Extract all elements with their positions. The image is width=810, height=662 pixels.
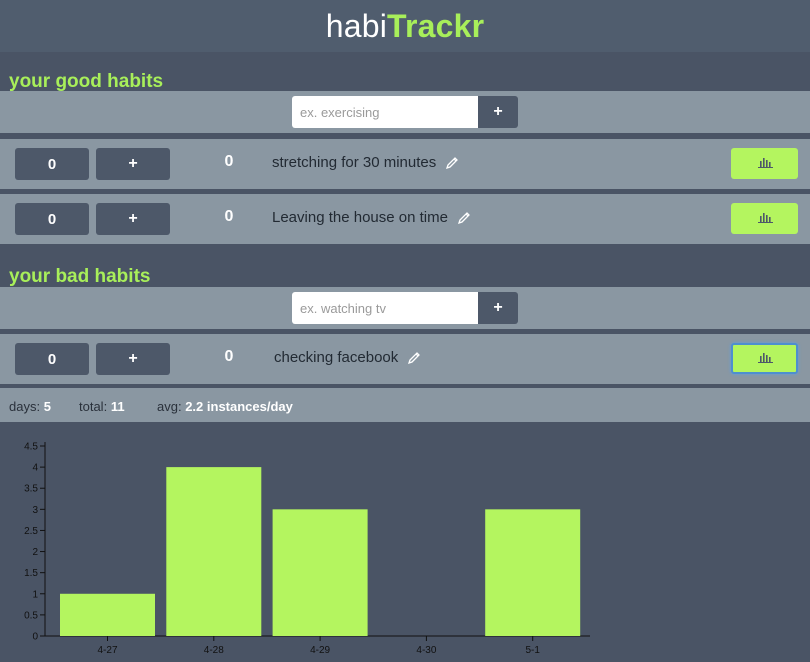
stat-avg: avg: 2.2 instances/day xyxy=(157,399,293,414)
y-tick-label: 0.5 xyxy=(24,610,38,621)
bad-habits-title: your bad habits xyxy=(9,266,151,287)
bad-habit-add-bar: + xyxy=(0,287,810,329)
stat-days-label: days: xyxy=(9,399,41,414)
add-bad-habit-button[interactable]: + xyxy=(478,292,518,324)
x-tick-label: 4-28 xyxy=(204,645,224,656)
x-tick-label: 4-30 xyxy=(416,645,436,656)
bar-chart-icon xyxy=(757,210,773,228)
y-tick-label: 4 xyxy=(32,463,38,474)
x-tick-label: 5-1 xyxy=(525,645,540,656)
habit-increment-button[interactable]: + xyxy=(96,148,170,180)
bar-chart-icon xyxy=(757,155,773,173)
habit-increment-button[interactable]: + xyxy=(96,203,170,235)
pencil-icon[interactable] xyxy=(457,211,471,225)
stat-avg-label: avg: xyxy=(157,399,182,414)
chart-bar xyxy=(60,593,155,636)
bar-chart-icon xyxy=(757,350,773,368)
habit-count-button[interactable]: 0 xyxy=(15,148,89,180)
y-tick-label: 2 xyxy=(32,547,38,558)
habit-name-container: stretching for 30 minutes xyxy=(272,154,459,171)
stat-days: days: 5 xyxy=(9,399,51,414)
stat-total-value: 11 xyxy=(110,399,125,414)
show-chart-button[interactable] xyxy=(731,343,798,374)
bad-habit-input[interactable] xyxy=(292,292,478,324)
pencil-icon[interactable] xyxy=(407,351,421,365)
pencil-icon[interactable] xyxy=(445,156,459,170)
good-habit-add-bar: + xyxy=(0,91,810,133)
habit-increment-button[interactable]: + xyxy=(96,343,170,375)
chart-bar xyxy=(166,467,262,636)
habit-count-button[interactable]: 0 xyxy=(15,203,89,235)
stat-avg-value: 2.2 instances/day xyxy=(185,399,293,414)
habit-total: 0 xyxy=(224,208,234,225)
stats-bar: days: 5 total: 11 avg: 2.2 instances/day xyxy=(0,388,810,422)
habit-name: Leaving the house on time xyxy=(272,209,448,226)
y-tick-label: 4.5 xyxy=(24,442,38,453)
habit-name-container: checking facebook xyxy=(274,349,421,366)
app-title-accent: Trackr xyxy=(387,7,485,44)
stat-total: total: 11 xyxy=(79,399,125,414)
habit-row: 0 + 0 stretching for 30 minutes xyxy=(0,139,810,189)
chart-bar xyxy=(272,509,368,636)
habit-total: 0 xyxy=(224,348,234,365)
habit-total: 0 xyxy=(224,153,234,170)
add-good-habit-button[interactable]: + xyxy=(478,96,518,128)
habit-name: checking facebook xyxy=(274,349,399,366)
stat-days-value: 5 xyxy=(43,399,51,414)
chart-bar xyxy=(485,509,581,636)
x-tick-label: 4-27 xyxy=(97,645,117,656)
habit-name-container: Leaving the house on time xyxy=(272,209,471,226)
habit-name: stretching for 30 minutes xyxy=(272,154,437,171)
habit-count-button[interactable]: 0 xyxy=(15,343,89,375)
habit-bar-chart: 0 0.5 1 1.5 2 2.5 3 3.5 4 4.5 4-27 4-28 4-29 4-30 5-1 xyxy=(24,442,590,656)
x-tick-label: 4-29 xyxy=(310,645,330,656)
y-tick-label: 2.5 xyxy=(24,526,38,537)
habit-row: 0 + 0 Leaving the house on time xyxy=(0,194,810,244)
good-habits-title: your good habits xyxy=(9,71,164,92)
good-habit-input[interactable] xyxy=(292,96,478,128)
y-tick-label: 3.5 xyxy=(24,484,38,495)
app-header: habi Trackr xyxy=(0,0,810,52)
habit-row: 0 + 0 checking facebook xyxy=(0,334,810,384)
y-tick-label: 1.5 xyxy=(24,568,38,579)
show-chart-button[interactable] xyxy=(731,148,798,179)
stat-total-label: total: xyxy=(79,399,108,414)
show-chart-button[interactable] xyxy=(731,203,798,234)
y-tick-label: 1 xyxy=(32,589,38,600)
y-tick-label: 3 xyxy=(32,505,38,516)
y-tick-label: 0 xyxy=(32,632,38,643)
app-title-prefix: habi xyxy=(325,7,388,44)
